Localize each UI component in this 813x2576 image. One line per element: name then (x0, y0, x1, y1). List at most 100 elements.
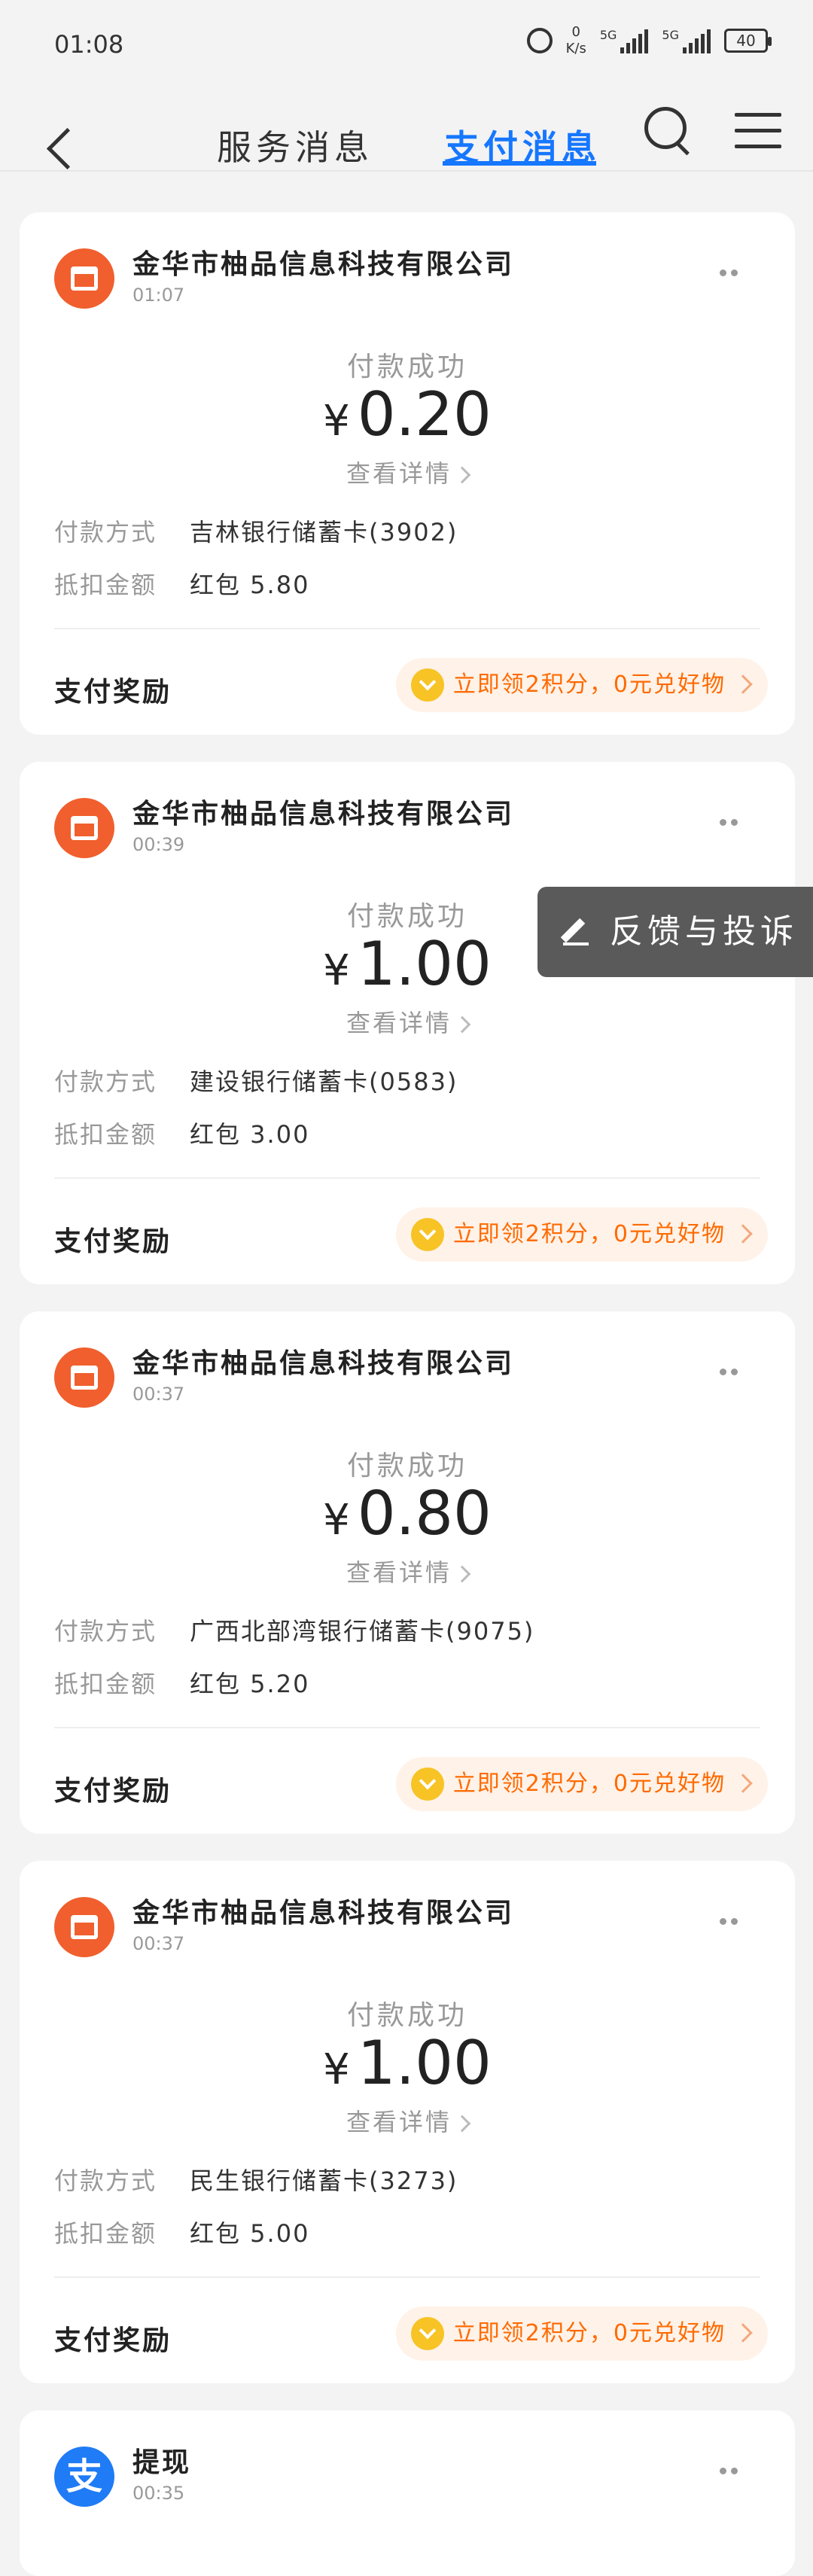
card-header: 金华市柚品信息科技有限公司 00:37 (54, 1347, 514, 1408)
payment-amount: ¥0.20 (20, 379, 795, 449)
pay-method-value: 吉林银行储蓄卡(3902) (190, 518, 458, 547)
net-speed-value: 0 (571, 24, 580, 40)
payment-card[interactable]: 金华市柚品信息科技有限公司 00:37 付款成功 ¥0.80 查看详情 付款方式… (20, 1311, 795, 1834)
claim-points-label: 立即领2积分，0元兑好物 (452, 671, 726, 698)
claim-points-button[interactable]: 立即领2积分，0元兑好物 (395, 2307, 768, 2361)
deduction-row: 抵扣金额 红包 5.00 (54, 2215, 309, 2249)
status-time: 01:08 (54, 30, 124, 59)
menu-icon[interactable] (735, 113, 781, 149)
chevron-right-icon (453, 2115, 471, 2133)
pay-method-value: 民生银行储蓄卡(3273) (190, 2166, 458, 2195)
status-bar: 01:08 0 K/s 5G 5G 40 (0, 0, 813, 90)
pay-method-label: 付款方式 (54, 2166, 157, 2195)
payment-status: 付款成功 (346, 1451, 467, 1481)
view-details-link[interactable]: 查看详情 (20, 1004, 795, 1039)
claim-points-button[interactable]: 立即领2积分，0元兑好物 (395, 1207, 768, 1262)
chevron-right-icon (733, 674, 753, 694)
withdraw-card[interactable]: 支 提现 00:35 (20, 2410, 795, 2576)
reward-label: 支付奖励 (54, 2325, 172, 2356)
card-header: 金华市柚品信息科技有限公司 00:37 (54, 1897, 514, 1957)
currency-symbol: ¥ (323, 1496, 350, 1545)
nav-divider (0, 170, 813, 172)
payment-amount: ¥0.80 (20, 1478, 795, 1548)
tab-service-messages[interactable]: 服务消息 (217, 120, 373, 170)
claim-points-label: 立即领2积分，0元兑好物 (452, 1771, 726, 1797)
deduction-row: 抵扣金额 红包 5.80 (54, 566, 309, 601)
search-icon[interactable] (641, 104, 690, 152)
view-details-label: 查看详情 (346, 1009, 452, 1037)
card-divider (54, 1177, 760, 1179)
more-options-icon[interactable] (720, 2463, 747, 2474)
claim-points-button[interactable]: 立即领2积分，0元兑好物 (395, 658, 768, 712)
feedback-complaint-button[interactable]: 反馈与投诉 (537, 887, 813, 977)
deduction-row: 抵扣金额 红包 5.20 (54, 1665, 309, 1700)
deduction-label: 抵扣金额 (54, 1120, 157, 1149)
feedback-label: 反馈与投诉 (610, 912, 798, 951)
coin-icon (410, 1768, 444, 1801)
card-title: 提现 (132, 2447, 192, 2478)
reward-label: 支付奖励 (54, 1776, 172, 1807)
merchant-name: 金华市柚品信息科技有限公司 (132, 799, 515, 830)
currency-symbol: ¥ (323, 2045, 350, 2094)
chevron-right-icon (733, 1774, 753, 1793)
view-details-link[interactable]: 查看详情 (20, 1554, 795, 1588)
currency-symbol: ¥ (323, 397, 350, 446)
more-options-icon[interactable] (720, 1364, 747, 1375)
pay-method-value: 广西北部湾银行储蓄卡(9075) (190, 1617, 535, 1646)
alipay-logo-char: 支 (65, 2456, 102, 2498)
shop-icon (71, 266, 98, 291)
merchant-logo (54, 1347, 114, 1408)
pay-method-row: 付款方式 民生银行储蓄卡(3273) (54, 2162, 458, 2197)
deduction-value: 红包 5.20 (190, 1670, 310, 1698)
deduction-value: 红包 5.00 (190, 2219, 310, 2248)
back-button[interactable] (39, 126, 84, 172)
deduction-value: 红包 5.80 (190, 571, 310, 599)
amount-value: 0.20 (357, 379, 492, 449)
pay-method-label: 付款方式 (54, 1067, 157, 1096)
pay-method-value: 建设银行储蓄卡(0583) (190, 1067, 458, 1096)
card-divider (54, 2276, 760, 2278)
status-icons: 0 K/s 5G 5G 40 (526, 24, 772, 57)
signal-label-1: 5G (599, 28, 617, 42)
nav-bar: 服务消息 支付消息 (0, 90, 813, 211)
amount-value: 0.80 (357, 1478, 492, 1548)
view-details-label: 查看详情 (346, 459, 452, 488)
claim-points-label: 立即领2积分，0元兑好物 (452, 1221, 726, 1247)
more-options-icon[interactable] (720, 1914, 747, 1925)
deduction-row: 抵扣金额 红包 3.00 (54, 1116, 309, 1150)
view-details-link[interactable]: 查看详情 (20, 2103, 795, 2138)
coin-icon (410, 1218, 444, 1251)
message-time: 00:39 (132, 834, 185, 855)
payment-amount: ¥1.00 (20, 2028, 795, 2098)
coin-icon (410, 2317, 444, 2350)
active-tab-indicator (443, 161, 596, 166)
merchant-logo (54, 248, 114, 309)
payment-status: 付款成功 (346, 2000, 467, 2031)
chevron-right-icon (733, 1224, 753, 1244)
pay-method-row: 付款方式 广西北部湾银行储蓄卡(9075) (54, 1612, 534, 1647)
alipay-logo: 支 (54, 2447, 114, 2507)
more-options-icon[interactable] (720, 265, 747, 276)
view-details-link[interactable]: 查看详情 (20, 455, 795, 489)
claim-points-button[interactable]: 立即领2积分，0元兑好物 (395, 1757, 768, 1811)
payment-card[interactable]: 金华市柚品信息科技有限公司 01:07 付款成功 ¥0.20 查看详情 付款方式… (20, 212, 795, 735)
merchant-logo (54, 1897, 114, 1957)
card-header: 金华市柚品信息科技有限公司 00:39 (54, 798, 514, 858)
currency-symbol: ¥ (323, 946, 350, 995)
payment-card[interactable]: 金华市柚品信息科技有限公司 00:39 付款成功 ¥1.00 查看详情 付款方式… (20, 762, 795, 1284)
payment-status: 付款成功 (346, 352, 467, 382)
deduction-value: 红包 3.00 (190, 1120, 310, 1149)
merchant-logo (54, 798, 114, 858)
deduction-label: 抵扣金额 (54, 1670, 157, 1698)
merchant-name: 金华市柚品信息科技有限公司 (132, 1898, 515, 1929)
net-speed-unit: K/s (565, 41, 586, 56)
chevron-right-icon (453, 1015, 471, 1034)
reward-label: 支付奖励 (54, 1226, 172, 1257)
payment-card[interactable]: 金华市柚品信息科技有限公司 00:37 付款成功 ¥1.00 查看详情 付款方式… (20, 1861, 795, 2383)
edit-pen-icon (563, 917, 590, 945)
shop-icon (71, 1915, 98, 1939)
deduction-label: 抵扣金额 (54, 571, 157, 599)
chevron-right-icon (453, 1565, 471, 1583)
more-options-icon[interactable] (720, 815, 747, 826)
card-divider (54, 1727, 760, 1728)
